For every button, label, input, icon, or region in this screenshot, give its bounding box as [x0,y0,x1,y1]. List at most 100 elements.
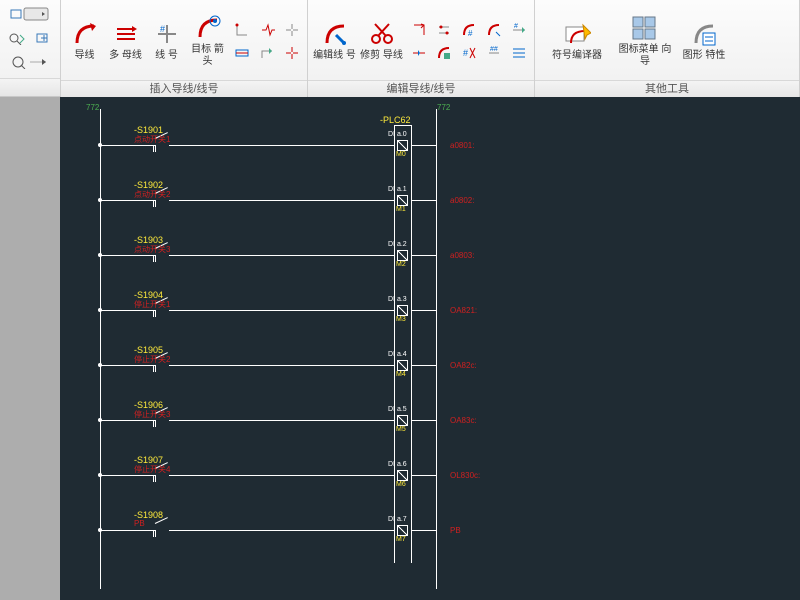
sm-wire-6[interactable] [279,41,305,65]
wire [176,365,394,366]
wire [100,145,148,146]
wire [411,365,436,366]
wire [411,420,436,421]
switch-desc: 点动开关2 [134,189,170,200]
wire [411,200,436,201]
plc-box-top [394,125,411,126]
plc-label: -PLC62 [380,115,411,125]
far-ref: PB [450,526,461,535]
btn-graphic-props[interactable]: 图形 特性 [681,2,727,78]
switch-desc: 点动开关1 [134,134,170,145]
right-bus-label: 772 [437,103,450,112]
wire [176,475,394,476]
switch-desc: 停止开关3 [134,409,170,420]
sm-e9[interactable]: ## [481,41,507,65]
ribbon: 导线 多 母线 #线 号 目标 箭头 插入导线/线号 编辑线 号 修剪 导线 # [0,0,800,97]
m-label: M0 [396,151,406,158]
panel-quick-title [0,78,60,96]
sm-e3[interactable]: # [456,18,482,42]
btn-wire[interactable]: 导线 [65,2,104,78]
quick-tool-4[interactable] [4,50,56,74]
wire-smalltools [229,18,303,63]
btn-symbol-compiler[interactable]: 符号编译器 [545,2,609,78]
quick-tool-2[interactable] [4,26,30,50]
switch-desc: 停止开关2 [134,354,170,365]
panel-quick [0,0,61,96]
wire [100,255,148,256]
m-label: M7 [396,536,406,543]
sm-e6[interactable] [406,41,432,65]
btn-icon-menu-wizard[interactable]: 图标菜单 向导 [617,2,673,78]
di-label: DI a.7 [388,516,407,523]
wire [411,310,436,311]
switch-desc: 点动开关3 [134,244,170,255]
sm-wire-1[interactable] [229,18,255,42]
panel-other-tools: 符号编译器 图标菜单 向导 图形 特性 其他工具 [535,0,800,96]
switch-icon [148,524,176,538]
wire [176,420,394,421]
wire [100,420,148,421]
far-ref: OL830c: [450,471,480,480]
sm-e7[interactable] [431,41,457,65]
wire [411,255,436,256]
di-label: DI a.0 [388,131,407,138]
di-label: DI a.2 [388,241,407,248]
far-ref: OA821: [450,306,477,315]
switch-desc: 停止开关4 [134,464,170,475]
switch-desc: PB [134,519,145,528]
svg-text:#: # [463,48,468,58]
m-label: M5 [396,426,406,433]
plc-terminal-icon [397,140,408,151]
plc-terminal-icon [397,415,408,426]
sm-wire-2[interactable] [254,18,280,42]
sm-wire-3[interactable] [279,18,305,42]
wire [100,530,148,531]
panel-edit-wire-title: 编辑导线/线号 [308,80,534,98]
sm-e2[interactable] [431,18,457,42]
di-label: DI a.3 [388,296,407,303]
wire [176,145,394,146]
far-ref: OA83c: [450,416,477,425]
m-label: M6 [396,481,406,488]
sm-e4[interactable] [481,18,507,42]
right-bus [436,109,437,589]
sm-e8[interactable]: # [456,41,482,65]
sm-e1[interactable] [406,18,432,42]
sm-wire-4[interactable] [229,41,255,65]
wire [176,310,394,311]
far-ref: OA82c: [450,361,477,370]
svg-text:#: # [160,24,165,34]
m-label: M4 [396,371,406,378]
btn-wire-number[interactable]: #线 号 [147,2,186,78]
btn-trim-wire[interactable]: 修剪 导线 [359,2,404,78]
sm-e5[interactable]: # [506,18,532,42]
wire [176,200,394,201]
di-label: DI a.5 [388,406,407,413]
svg-text:##: ## [490,46,498,53]
wire [411,145,436,146]
drawing-canvas[interactable]: 772 772 -PLC62 -S1901点动开关1DI a.0M0a0801:… [0,97,800,600]
svg-text:#: # [514,23,518,30]
plc-box-right [411,125,412,563]
sm-wire-5[interactable] [254,41,280,65]
plc-terminal-icon [397,470,408,481]
quick-tool-1[interactable] [4,2,56,26]
panel-insert-wire: 导线 多 母线 #线 号 目标 箭头 插入导线/线号 [61,0,308,96]
plc-terminal-icon [397,250,408,261]
di-label: DI a.1 [388,186,407,193]
btn-target-arrow[interactable]: 目标 箭头 [188,2,227,78]
quick-tool-3[interactable] [31,26,57,50]
plc-terminal-icon [397,305,408,316]
wire [411,475,436,476]
svg-text:#: # [468,29,473,38]
di-label: DI a.4 [388,351,407,358]
btn-edit-wireno[interactable]: 编辑线 号 [312,2,357,78]
wire [411,530,436,531]
wire [176,255,394,256]
canvas-margin [0,97,60,600]
sm-e10[interactable] [506,41,532,65]
wire [100,475,148,476]
wire [100,365,148,366]
panel-other-title: 其他工具 [535,80,799,98]
btn-multi-bus[interactable]: 多 母线 [106,2,145,78]
